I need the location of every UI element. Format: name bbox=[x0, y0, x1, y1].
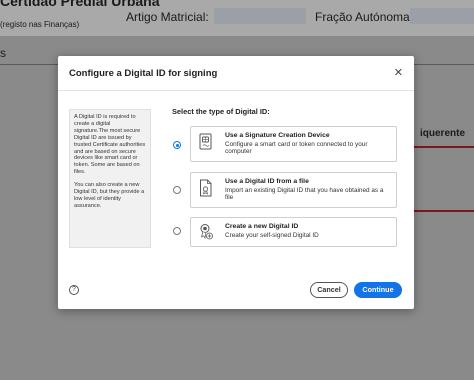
option-description: Create your self-signed Digital ID bbox=[225, 232, 319, 239]
option-title: Use a Digital ID from a file bbox=[225, 178, 309, 185]
background-partial-subtitle: (registo nas Finanças) bbox=[0, 20, 80, 29]
help-icon[interactable]: ? bbox=[69, 285, 79, 295]
new-id-badge-icon bbox=[200, 224, 213, 240]
radio-new-digital-id[interactable] bbox=[173, 227, 181, 235]
option-digital-id-from-file[interactable]: Use a Digital ID from a file Import an e… bbox=[190, 172, 397, 208]
background-field-box-2 bbox=[410, 8, 474, 24]
configure-digital-id-dialog: Configure a Digital ID for signing ✕ A D… bbox=[58, 56, 414, 309]
cancel-button[interactable]: Cancel bbox=[310, 282, 348, 298]
select-type-label: Select the type of Digital ID: bbox=[172, 107, 270, 116]
background-field-box-1 bbox=[214, 8, 306, 24]
option-title: Use a Signature Creation Device bbox=[225, 132, 330, 139]
background-partial-left: s bbox=[0, 46, 6, 60]
background-field-label-1: Artigo Matricial: bbox=[126, 10, 209, 24]
dialog-divider bbox=[58, 90, 414, 91]
option-title: Create a new Digital ID bbox=[225, 223, 299, 230]
option-create-new-digital-id[interactable]: Create a new Digital ID Create your self… bbox=[190, 217, 397, 247]
continue-button[interactable]: Continue bbox=[354, 282, 402, 298]
option-description: Import an existing Digital ID that you h… bbox=[225, 187, 384, 202]
background-table-box bbox=[413, 146, 474, 212]
background-partial-title: Certidão Predial Urbana bbox=[0, 0, 160, 9]
background-header: Certidão Predial Urbana (registo nas Fin… bbox=[0, 0, 474, 36]
info-paragraph-2: You can also create a new Digital ID, bu… bbox=[74, 182, 145, 209]
close-icon[interactable]: ✕ bbox=[394, 66, 403, 79]
background-field-label-2: Fração Autónoma: bbox=[315, 10, 414, 24]
option-signature-creation-device[interactable]: Use a Signature Creation Device Configur… bbox=[190, 126, 397, 162]
certificate-file-icon bbox=[200, 179, 212, 197]
info-paragraph-1: A Digital ID is required to create a dig… bbox=[74, 114, 146, 176]
option-description: Configure a smart card or token connecte… bbox=[225, 141, 368, 156]
background-partial-right: iquerente bbox=[420, 128, 466, 139]
info-panel: A Digital ID is required to create a dig… bbox=[69, 109, 151, 248]
dialog-title: Configure a Digital ID for signing bbox=[69, 68, 218, 79]
smart-card-icon bbox=[199, 133, 212, 150]
radio-digital-id-file[interactable] bbox=[173, 186, 181, 194]
radio-signature-device[interactable] bbox=[173, 141, 181, 149]
